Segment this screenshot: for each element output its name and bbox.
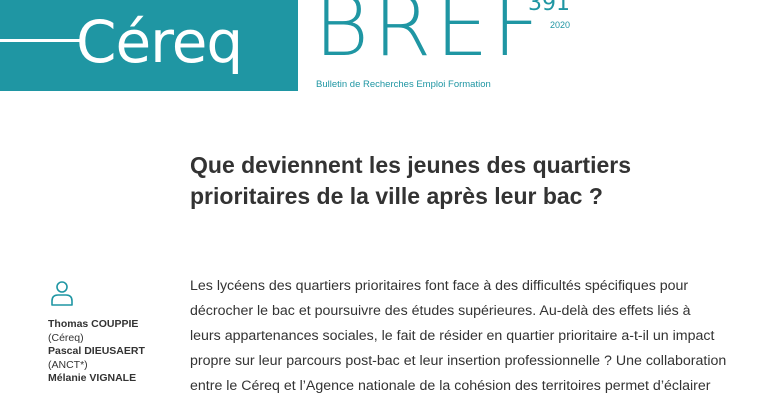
intro-line: Les lycéens des quartiers prioritaires f… (190, 278, 689, 294)
cereq-logo: Céreq (0, 0, 298, 91)
intro-line: leurs appartenances sociales, le fait de… (190, 328, 715, 344)
author-affiliation: (ANCT*) (48, 358, 88, 371)
series-subtitle: Bulletin de Recherches Emploi Formation (316, 79, 491, 90)
intro-line: propre sur leur parcours post-bac et leu… (190, 353, 727, 369)
issue-year: 2020 (550, 20, 571, 30)
intro-line: décrocher le bac et poursuivre des étude… (190, 303, 691, 319)
issue-number: 391 (528, 0, 570, 16)
intro-line: entre le Céreq et l’Agence nationale de … (190, 378, 711, 394)
logo-line (0, 39, 84, 42)
author-name: Pascal DIEUSAERT (48, 345, 145, 357)
author-name: Thomas COUPPIE (48, 318, 139, 330)
person-icon (49, 280, 75, 306)
author-name: Mélanie VIGNALE (48, 372, 137, 384)
author-list: Thomas COUPPIE (Céreq) Pascal DIEUSAERT … (48, 318, 178, 386)
article-title: Que deviennent les jeunes des quartiers … (190, 152, 631, 209)
author-affiliation: (Céreq) (48, 331, 84, 344)
article-intro: Les lycéens des quartiers prioritaires f… (190, 274, 750, 399)
logo-text: Céreq (76, 8, 243, 76)
series-title: BREF (314, 0, 545, 75)
